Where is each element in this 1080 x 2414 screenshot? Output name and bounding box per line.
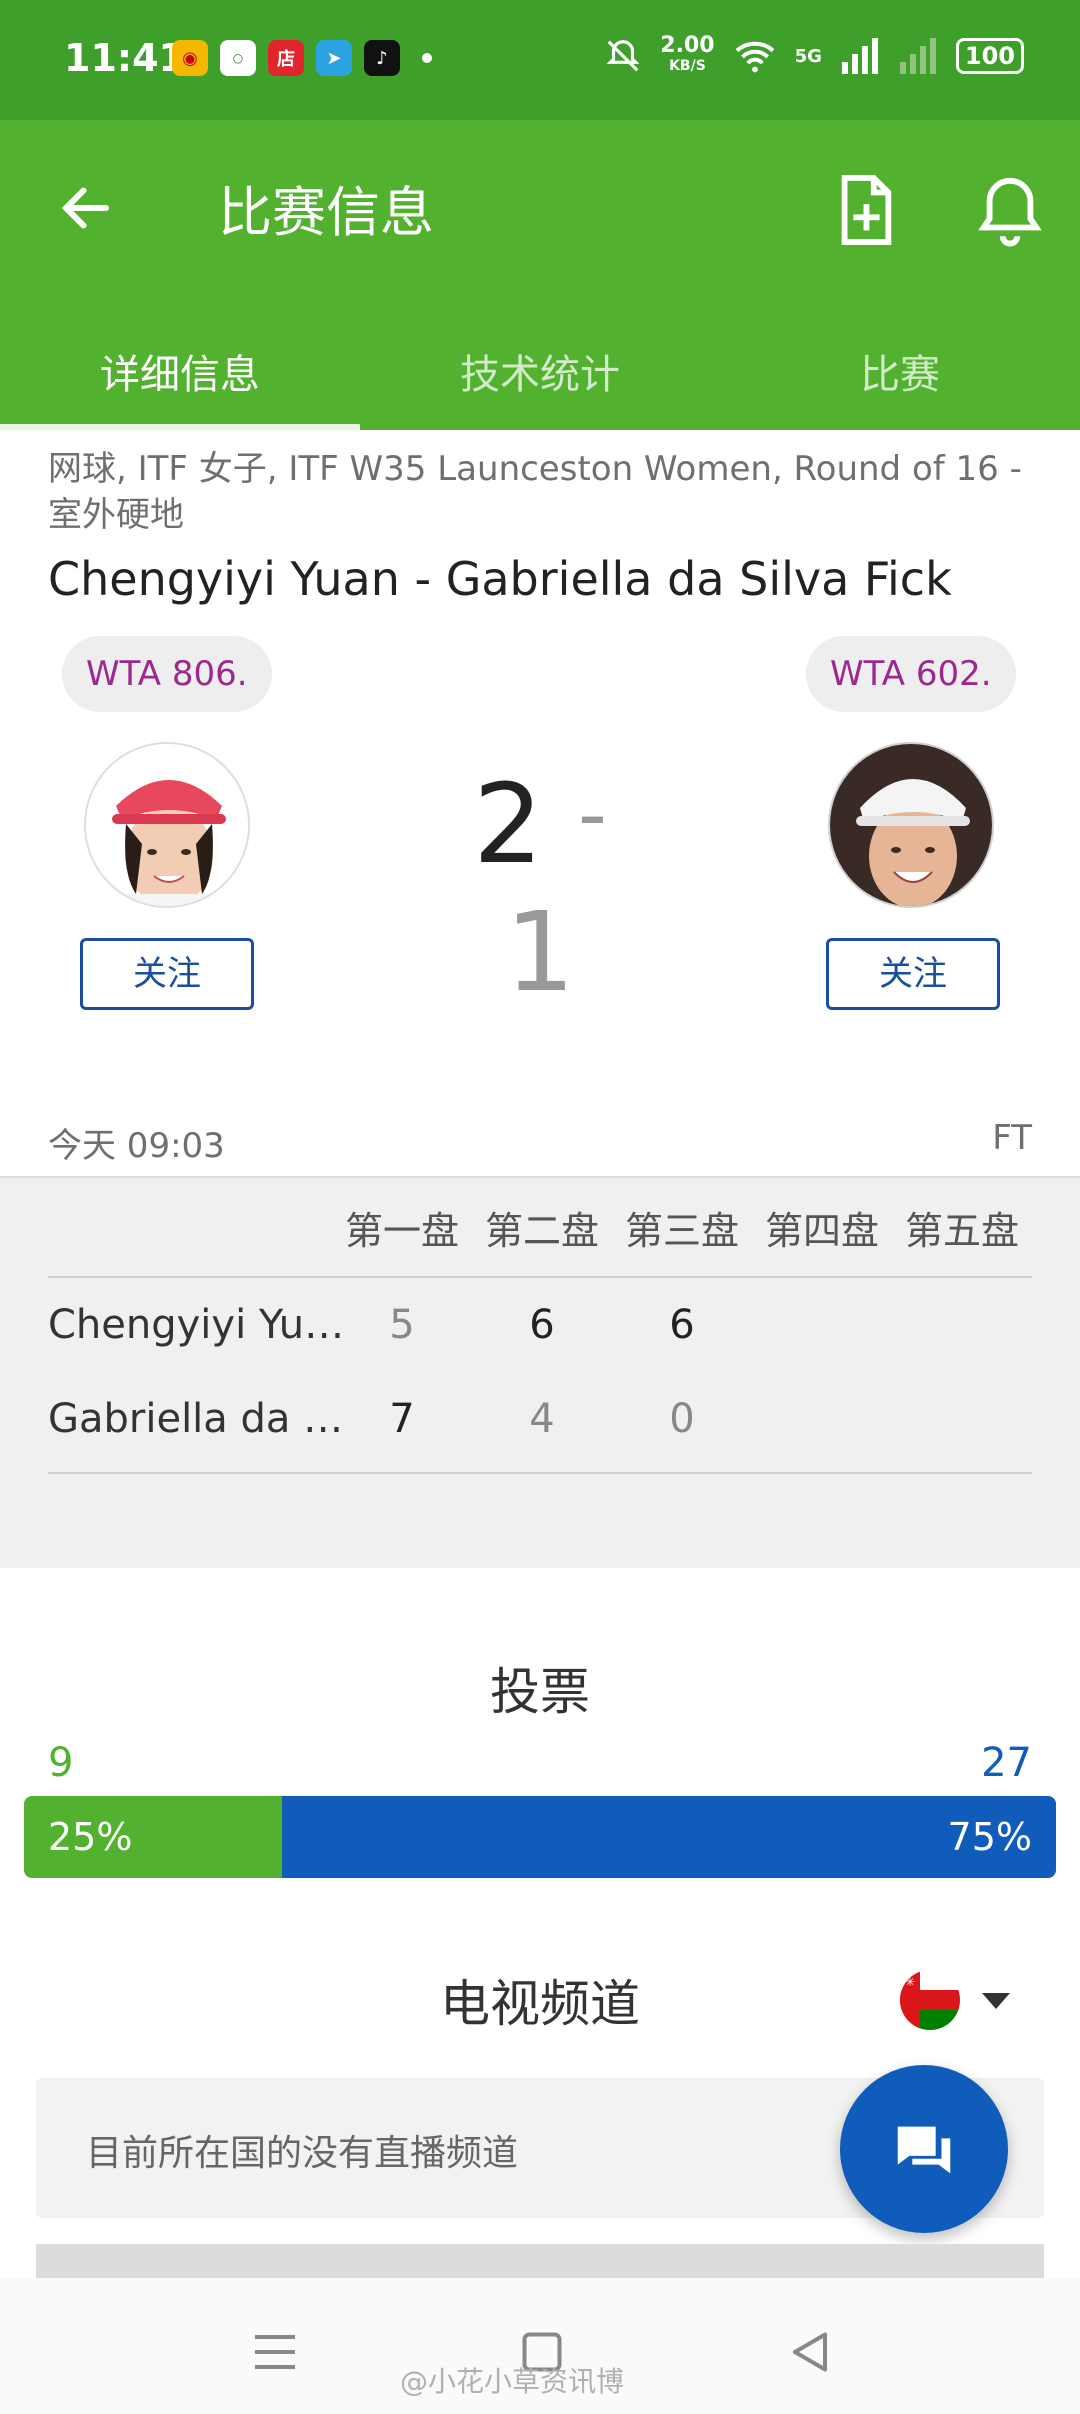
- watermark: @小花小草资讯博: [400, 2365, 625, 2398]
- network-type: 5G: [794, 45, 822, 67]
- status-bar: 11:41 ◉ ○ 店 ➤ ♪ 2.00 KB/S 5G 100: [0, 0, 1080, 120]
- score-separator: -: [578, 768, 607, 861]
- app-bar: 比赛信息 详细信息 技术统计 比赛: [0, 120, 1080, 430]
- vote-bar[interactable]: 25% 75%: [24, 1796, 1056, 1878]
- status-indicators: 2.00 KB/S 5G 100: [604, 33, 1024, 76]
- home-set-1: 5: [389, 1302, 415, 1348]
- set-header-3: 第三盘: [624, 1209, 739, 1253]
- away-rank-badge: WTA 602.: [806, 636, 1016, 712]
- away-set-2: 4: [529, 1396, 555, 1442]
- chat-fab-button[interactable]: [840, 2065, 1008, 2233]
- network-speed: 2.00 KB/S: [660, 33, 715, 76]
- wifi-icon: [735, 41, 774, 73]
- more-notifications-icon: [422, 53, 432, 63]
- vote-home-percent: 25%: [48, 1815, 133, 1859]
- mute-bell-icon: [606, 40, 640, 72]
- table-divider: [48, 1276, 1032, 1278]
- battery-indicator: 100: [955, 38, 1024, 74]
- tv-no-channels-message: 目前所在国的没有直播频道: [86, 2133, 519, 2174]
- add-document-icon[interactable]: [830, 170, 900, 250]
- country-dropdown-chevron-icon[interactable]: [982, 1993, 1010, 2009]
- set-scores-table: 第一盘 第二盘 第三盘 第四盘 第五盘 Chengyiyi Yu… 5 6 6 …: [0, 1176, 1080, 1568]
- match-start-time: 今天 09:03: [48, 1126, 225, 1166]
- back-arrow-icon[interactable]: [56, 178, 116, 238]
- status-time: 11:41: [64, 36, 185, 80]
- table-divider-bottom: [48, 1472, 1032, 1474]
- store-icon: 店: [268, 40, 304, 76]
- home-set-2: 6: [529, 1302, 555, 1348]
- menu-icon[interactable]: [245, 2322, 305, 2382]
- signal-2-icon: [899, 38, 936, 74]
- signal-icon: [841, 38, 878, 74]
- notification-icons: ◉ ○ 店 ➤ ♪: [172, 40, 432, 76]
- match-meta: 网球, ITF 女子, ITF W35 Launceston Women, Ro…: [48, 449, 1022, 535]
- system-nav-bar: @小花小草资讯博: [0, 2278, 1080, 2414]
- away-set-row: Gabriella da … 7 4 0: [48, 1376, 1032, 1466]
- follow-home-button[interactable]: 关注: [80, 938, 254, 1010]
- set-headers: 第一盘 第二盘 第三盘 第四盘 第五盘: [332, 1200, 1032, 1255]
- weibo-icon: ◉: [172, 40, 208, 76]
- tab-matches[interactable]: 比赛: [720, 320, 1080, 430]
- home-name-short: Chengyiyi Yu…: [48, 1302, 345, 1348]
- vote-home-segment[interactable]: 25%: [24, 1796, 282, 1878]
- set-header-1: 第一盘: [344, 1209, 459, 1253]
- home-set-3: 6: [669, 1302, 695, 1348]
- tab-details[interactable]: 详细信息: [0, 320, 360, 430]
- away-set-1: 7: [389, 1396, 415, 1442]
- back-triangle-icon[interactable]: [780, 2322, 840, 2382]
- vote-home-count: 9: [48, 1740, 74, 1786]
- away-name-short: Gabriella da …: [48, 1396, 344, 1442]
- speed-unit: KB/S: [669, 58, 706, 74]
- page-title: 比赛信息: [218, 181, 434, 244]
- match-score: 2 - 1: [430, 760, 650, 1016]
- away-player-avatar[interactable]: [828, 742, 994, 908]
- vote-title: 投票: [490, 1663, 590, 1721]
- oppo-icon: ○: [220, 40, 256, 76]
- vote-away-segment[interactable]: 75%: [282, 1796, 1056, 1878]
- home-sets-won: 2: [473, 760, 544, 888]
- away-set-3: 0: [669, 1396, 695, 1442]
- tab-bar: 详细信息 技术统计 比赛: [0, 320, 1080, 430]
- content-divider: [36, 2244, 1044, 2278]
- chat-icon: [897, 2126, 951, 2174]
- set-header-5: 第五盘: [904, 1209, 1019, 1253]
- follow-away-button[interactable]: 关注: [826, 938, 1000, 1010]
- tab-statistics[interactable]: 技术统计: [360, 320, 720, 430]
- home-rank-badge: WTA 806.: [62, 636, 272, 712]
- set-header-2: 第二盘: [484, 1209, 599, 1253]
- country-flag-icon[interactable]: ✳: [900, 1970, 960, 2030]
- set-header-4: 第四盘: [764, 1209, 879, 1253]
- match-status: FT: [992, 1118, 1032, 1158]
- telegram-icon: ➤: [316, 40, 352, 76]
- notification-bell-icon[interactable]: [975, 170, 1045, 250]
- away-sets-won: 1: [505, 888, 575, 1016]
- vote-away-count: 27: [981, 1740, 1032, 1786]
- home-set-row: Chengyiyi Yu… 5 6 6: [48, 1282, 1032, 1372]
- tiktok-icon: ♪: [364, 40, 400, 76]
- speed-value: 2.00: [660, 33, 715, 58]
- vote-away-percent: 75%: [947, 1815, 1032, 1859]
- home-player-avatar[interactable]: [84, 742, 250, 908]
- match-title: Chengyiyi Yuan - Gabriella da Silva Fick: [48, 552, 952, 606]
